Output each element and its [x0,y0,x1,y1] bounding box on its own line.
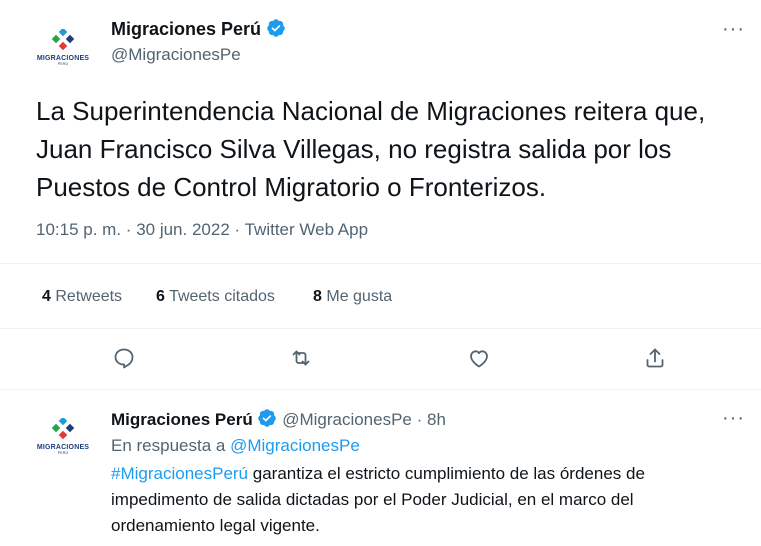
avatar-logo-sub: PERÚ [57,61,69,66]
author-handle[interactable]: @MigracionesPe [111,45,241,65]
meta-separator: · [125,220,137,239]
likes-count: 8 [313,288,322,305]
hashtag-link[interactable]: #MigracionesPerú [111,464,248,483]
divider [0,328,761,329]
like-button[interactable] [461,340,497,376]
retweet-icon [292,350,310,366]
reply-header: Migraciones Perú @MigracionesPe · 8h [111,408,446,430]
quotes-stat[interactable]: 6 Tweets citados [156,288,275,306]
reply-author-name[interactable]: Migraciones Perú [111,410,253,429]
divider [0,263,761,264]
tweet-time[interactable]: 10:15 p. m. [36,220,121,239]
verified-icon [258,409,277,427]
reply-text: #MigracionesPerú garantiza el estricto c… [111,461,721,539]
in-reply-handle-link[interactable]: @MigracionesPe [230,436,360,455]
author-name[interactable]: Migraciones Perú [111,19,261,39]
author-name-row[interactable]: Migraciones Perú [111,18,286,40]
tweet-meta: 10:15 p. m. · 30 jun. 2022 · Twitter Web… [36,220,368,240]
reply-button[interactable] [106,340,142,376]
retweets-stat[interactable]: 4 Retweets [42,288,122,306]
likes-label: Me gusta [326,288,393,305]
more-icon[interactable]: ··· [722,408,745,428]
tweet-source[interactable]: Twitter Web App [245,220,368,239]
reply-author-handle[interactable]: @MigracionesPe [282,410,412,429]
in-reply-to: En respuesta a @MigracionesPe [111,436,360,456]
avatar-logo-text: MIGRACIONES [36,54,90,62]
share-button[interactable] [637,340,673,376]
divider [0,389,761,390]
tweet-date[interactable]: 30 jun. 2022 [136,220,230,239]
quotes-label: Tweets citados [169,288,275,305]
reply-icon [114,348,134,369]
meta-separator: · [234,220,245,239]
reply-avatar[interactable]: MIGRACIONES PERÚ [30,403,96,469]
tweet-text: La Superintendencia Nacional de Migracio… [36,96,706,202]
reply-age[interactable]: 8h [427,410,446,429]
retweet-button[interactable] [283,340,319,376]
retweets-count: 4 [42,288,51,305]
avatar-logo-text: MIGRACIONES [36,443,90,451]
migraciones-logo-icon [51,28,75,50]
migraciones-logo-icon [51,417,75,439]
retweets-label: Retweets [55,288,123,305]
avatar[interactable]: MIGRACIONES PERÚ [30,14,96,80]
likes-stat[interactable]: 8 Me gusta [313,288,392,306]
in-reply-prefix: En respuesta a [111,436,226,455]
like-icon [470,350,488,368]
verified-icon [266,19,285,37]
share-icon [646,348,664,368]
meta-separator: · [416,410,428,429]
avatar-logo-sub: PERÚ [57,450,69,455]
more-icon[interactable]: ··· [722,19,745,39]
quotes-count: 6 [156,288,165,305]
